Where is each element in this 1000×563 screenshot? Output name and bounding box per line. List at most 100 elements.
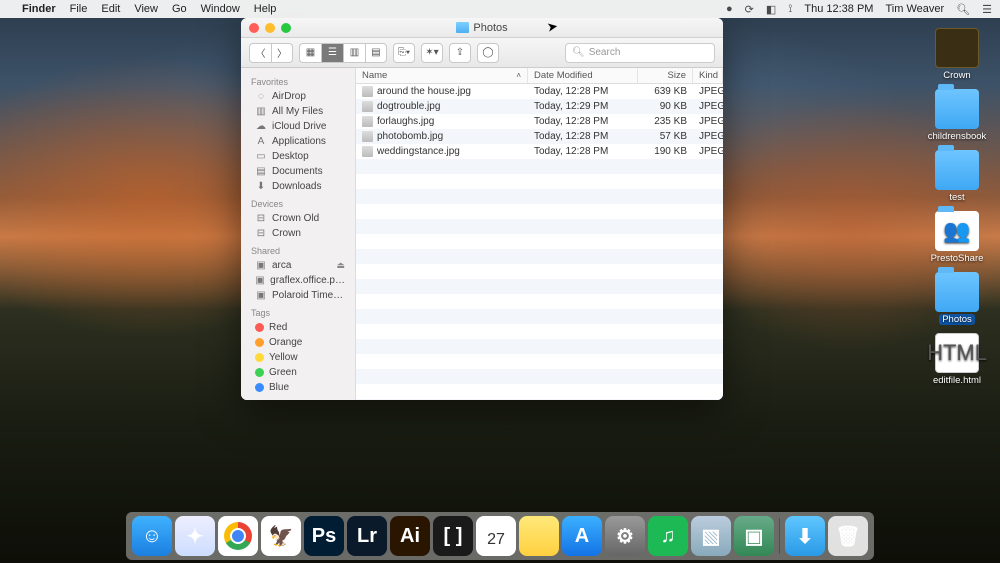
wifi-icon[interactable]: ⟟ [788,3,792,16]
sidebar-item[interactable]: ⬇Downloads [241,179,355,194]
dock-preview[interactable]: ▧ [691,516,731,556]
battery-icon[interactable]: ◧ [766,3,776,16]
file-size: 190 KB [638,146,693,157]
menu-view[interactable]: View [134,3,158,15]
file-row[interactable]: forlaughs.jpgToday, 12:28 PM235 KBJPEG [356,114,723,129]
desktop-icons: Crown childrensbook test 👥PrestoShare Photos… [922,28,992,386]
desktop-icon[interactable]: HTMLeditfile.html [922,333,992,386]
maximize-button[interactable] [281,23,291,33]
dock-downloads[interactable]: ⬇ [785,516,825,556]
sidebar-item[interactable]: ⊟Crown Old [241,211,355,226]
eject-icon[interactable]: ⏏ [336,260,345,271]
user-menu[interactable]: Tim Weaver [885,3,944,15]
file-name: around the house.jpg [377,86,471,97]
desktop-icon[interactable]: 👥PrestoShare [922,211,992,264]
file-size: 90 KB [638,101,693,112]
menu-file[interactable]: File [70,3,88,15]
col-date[interactable]: Date Modified [528,68,638,83]
folder-icon [935,272,979,312]
dock-finder[interactable]: ☺ [132,516,172,556]
dock-illustrator[interactable]: Ai [390,516,430,556]
file-row[interactable]: weddingstance.jpgToday, 12:28 PM190 KBJP… [356,144,723,159]
sidebar-item[interactable]: ▣arca⏏ [241,258,355,273]
sidebar-item[interactable]: Yellow [241,350,355,365]
desktop-icon[interactable]: Photos [922,272,992,325]
dock-imagecapture[interactable]: ▣ [734,516,774,556]
sidebar-item[interactable]: ⊟Crown [241,226,355,241]
column-view-button[interactable]: ▥ [343,43,365,63]
dock-photoshop[interactable]: Ps [304,516,344,556]
notification-center-icon[interactable]: ☰ [982,3,992,16]
dock-trash[interactable]: 🗑 [828,516,868,556]
empty-row [356,294,723,309]
desktop-icon[interactable]: childrensbook [922,89,992,142]
app-menu[interactable]: Finder [22,3,56,15]
window-titlebar[interactable]: Photos [241,18,723,38]
file-name: weddingstance.jpg [377,146,460,157]
sidebar-item[interactable]: ▣graflex.office.p… [241,273,355,288]
dock-chrome[interactable] [218,516,258,556]
dock-brackets[interactable]: [ ] [433,516,473,556]
back-button[interactable]: 〈 [249,43,271,63]
sync-icon[interactable]: ⟳ [745,3,754,16]
share-button[interactable]: ⇪ [449,43,471,63]
dock-notes[interactable] [519,516,559,556]
dock-spotify[interactable]: ♫ [648,516,688,556]
sidebar-item[interactable]: ▣Polaroid Time… [241,288,355,303]
empty-row [356,234,723,249]
menu-go[interactable]: Go [172,3,187,15]
tag-dot-icon [255,383,264,392]
view-buttons: ▦ ☰ ▥ ▤ [299,43,387,63]
all-icon: ▥ [255,106,267,117]
clock[interactable]: Thu 12:38 PM [804,3,873,15]
col-size[interactable]: Size [638,68,693,83]
sidebar-item[interactable]: ▤Documents [241,164,355,179]
sidebar-item[interactable]: ▭Desktop [241,149,355,164]
list-view-button[interactable]: ☰ [321,43,343,63]
sidebar-item[interactable]: ☁iCloud Drive [241,119,355,134]
menu-edit[interactable]: Edit [101,3,120,15]
file-name: forlaughs.jpg [377,116,434,127]
file-icon [362,131,373,142]
sidebar-item[interactable]: Orange [241,335,355,350]
file-row[interactable]: around the house.jpgToday, 12:28 PM639 K… [356,84,723,99]
spotlight-icon[interactable]: 🔍︎ [956,3,970,16]
col-name[interactable]: Name˄ [356,68,528,83]
coverflow-view-button[interactable]: ▤ [365,43,387,63]
file-row[interactable]: photobomb.jpgToday, 12:28 PM57 KBJPEG [356,129,723,144]
dock-settings[interactable]: ⚙ [605,516,645,556]
dock-mail[interactable]: 🦅 [261,516,301,556]
dock-appstore[interactable]: A [562,516,602,556]
sidebar-item-label: Orange [269,337,302,348]
folder-icon [935,150,979,190]
minimize-button[interactable] [265,23,275,33]
search-field[interactable]: 🔍︎ Search [565,43,715,63]
file-icon [362,146,373,157]
sidebar-item[interactable]: Green [241,365,355,380]
desktop-icon-label: test [949,192,964,203]
desktop-icon[interactable]: Crown [922,28,992,81]
icon-view-button[interactable]: ▦ [299,43,321,63]
forward-button[interactable]: 〉 [271,43,293,63]
desktop-icon[interactable]: test [922,150,992,203]
file-row[interactable]: dogtrouble.jpgToday, 12:29 PM90 KBJPEG [356,99,723,114]
sidebar-item[interactable]: Blue [241,380,355,395]
window-title: Photos [241,22,723,34]
arrange-button[interactable]: ⎘▾ [393,43,415,63]
close-button[interactable] [249,23,259,33]
col-kind[interactable]: Kind [693,68,723,83]
tags-button[interactable]: ◯ [477,43,499,63]
sidebar-item-label: iCloud Drive [272,121,326,132]
sidebar-item-label: arca [272,260,291,271]
menu-help[interactable]: Help [254,3,277,15]
sidebar-item[interactable]: ▥All My Files [241,104,355,119]
action-button[interactable]: ✶▾ [421,43,443,63]
sidebar-item[interactable]: Red [241,320,355,335]
dock-lightroom[interactable]: Lr [347,516,387,556]
dock-calendar[interactable]: JUL27 [476,516,516,556]
sidebar-item[interactable]: ◌AirDrop [241,89,355,104]
sidebar-item[interactable]: AApplications [241,134,355,149]
menuextra-icon[interactable]: ● [726,3,733,15]
menu-window[interactable]: Window [201,3,240,15]
dock-safari[interactable]: ✦ [175,516,215,556]
